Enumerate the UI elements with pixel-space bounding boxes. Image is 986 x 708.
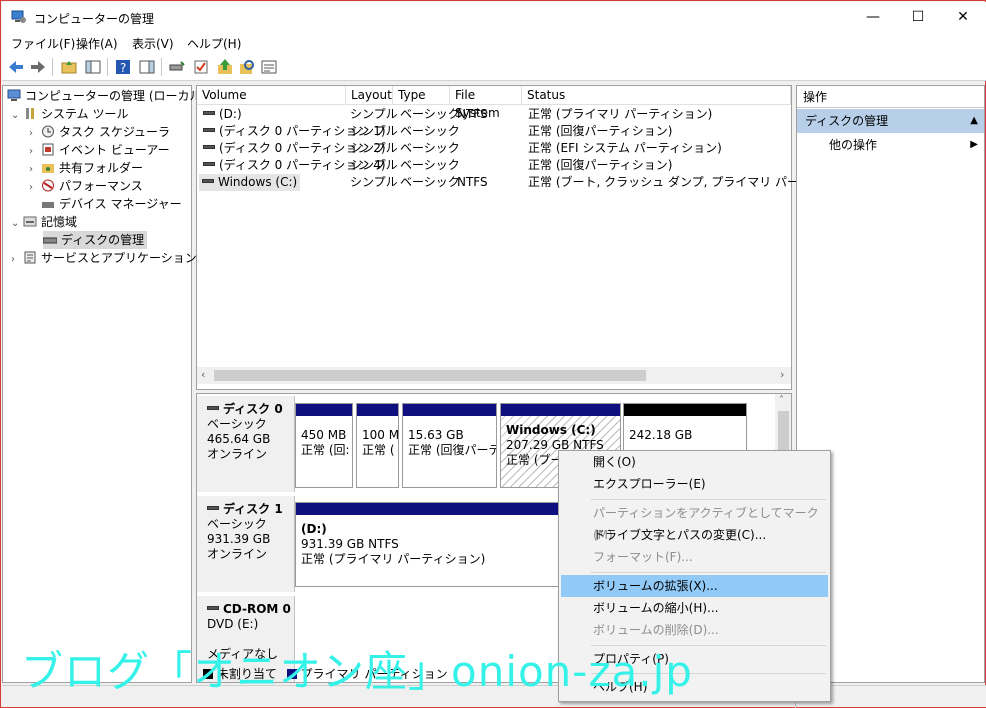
- collapse-up-icon[interactable]: ▲: [970, 109, 978, 133]
- tree-item-shared-folders[interactable]: › 共有フォルダー: [29, 159, 143, 177]
- tree-item-event-viewer[interactable]: › イベント ビューアー: [29, 141, 170, 159]
- up-arrow-folder-icon[interactable]: [216, 58, 234, 76]
- collapse-icon[interactable]: ⌄: [11, 107, 23, 125]
- disk-icon: [207, 406, 219, 410]
- volume-list: Volume Layout Type File System Status (D…: [196, 85, 863, 390]
- disk-icon: [42, 233, 58, 246]
- menu-item-change-letter[interactable]: ドライブ文字とパスの変更(C)...: [561, 524, 828, 546]
- collapse-icon[interactable]: ⌄: [11, 215, 23, 233]
- volume-icon: [203, 145, 215, 149]
- shared-folder-icon: [41, 161, 55, 174]
- show-hide-tree-icon[interactable]: [84, 58, 102, 76]
- scrollbar-thumb[interactable]: [214, 370, 646, 381]
- partition-recovery-2[interactable]: 15.63 GB 正常 (回復パーテ: [402, 403, 497, 488]
- volume-icon: [203, 111, 215, 115]
- volume-icon: [202, 179, 214, 183]
- col-layout[interactable]: Layout: [346, 86, 393, 105]
- col-volume[interactable]: Volume: [197, 86, 346, 105]
- show-action-pane-icon[interactable]: [138, 58, 156, 76]
- properties-icon[interactable]: [260, 58, 278, 76]
- scroll-left-icon[interactable]: ‹: [201, 368, 205, 381]
- actions-section-disk-management[interactable]: ディスクの管理 ▲: [797, 109, 984, 133]
- maximize-button[interactable]: ☐: [895, 2, 941, 32]
- menu-item-explorer[interactable]: エクスプローラー(E): [561, 473, 828, 495]
- computer-management-window: コンピューターの管理 — ☐ ✕ ファイル(F) 操作(A) 表示(V) ヘルプ…: [0, 0, 986, 708]
- clock-icon: [41, 125, 55, 138]
- partition-recovery-1[interactable]: 450 MB 正常 (回:: [295, 403, 353, 488]
- volume-icon: [203, 162, 215, 166]
- tree-item-disk-management[interactable]: ディスクの管理: [42, 231, 148, 249]
- services-icon: [23, 251, 37, 264]
- menu-item-format[interactable]: フォーマット(F)...: [561, 546, 828, 568]
- expand-icon[interactable]: ›: [11, 251, 23, 269]
- tree-item-device-manager[interactable]: デバイス マネージャー: [41, 195, 182, 213]
- tools-icon: [23, 107, 37, 120]
- up-folder-icon[interactable]: [60, 58, 78, 76]
- disk1-label[interactable]: ディスク 1 ベーシック 931.39 GB オンライン: [197, 496, 295, 592]
- computer-icon: [7, 89, 21, 102]
- minimize-button[interactable]: —: [850, 2, 896, 32]
- connect-icon[interactable]: [168, 58, 186, 76]
- disk0-label[interactable]: ディスク 0 ベーシック 465.64 GB オンライン: [197, 396, 295, 492]
- disk-icon: [207, 506, 219, 510]
- menu-item-shrink-volume[interactable]: ボリュームの縮小(H)...: [561, 597, 828, 619]
- menu-item-extend-volume[interactable]: ボリュームの拡張(X)...: [561, 575, 828, 597]
- horizontal-scrollbar[interactable]: ‹ ›: [197, 367, 791, 384]
- scroll-up-icon[interactable]: ˄: [779, 395, 784, 406]
- menu-item-mark-active[interactable]: パーティションをアクティブとしてマーク(M): [561, 502, 828, 542]
- computer-management-icon: [11, 9, 27, 25]
- menu-bar: ファイル(F) 操作(A) 表示(V) ヘルプ(H): [2, 32, 986, 54]
- partition-efi[interactable]: 100 M 正常 (: [356, 403, 399, 488]
- back-icon[interactable]: [7, 58, 25, 76]
- performance-icon: [41, 179, 55, 192]
- menu-view[interactable]: 表示(V): [132, 35, 174, 52]
- col-file-system[interactable]: File System: [450, 86, 522, 120]
- title-bar: コンピューターの管理 — ☐ ✕: [2, 2, 986, 32]
- event-log-icon: [41, 143, 55, 156]
- col-status[interactable]: Status: [522, 86, 791, 105]
- search-icon[interactable]: [238, 58, 256, 76]
- actions-header: 操作: [797, 86, 984, 108]
- scrollbar-thumb[interactable]: [778, 411, 789, 451]
- expand-icon[interactable]: ›: [29, 179, 41, 197]
- menu-file[interactable]: ファイル(F): [11, 35, 75, 52]
- help-icon[interactable]: ?: [114, 58, 132, 76]
- svg-text:?: ?: [120, 61, 126, 75]
- menu-help[interactable]: ヘルプ(H): [187, 35, 241, 52]
- tree-item-performance[interactable]: › パフォーマンス: [29, 177, 143, 195]
- forward-icon[interactable]: [29, 58, 47, 76]
- volume-icon: [203, 128, 215, 132]
- close-button[interactable]: ✕: [940, 2, 986, 32]
- navigation-tree: コンピューターの管理 (ローカル) ⌄ システム ツール › タスク スケジューラ …: [2, 85, 206, 683]
- watermark-text: ブログ「オニオン座」onion-za.jp: [21, 647, 693, 696]
- menu-action[interactable]: 操作(A): [76, 35, 118, 52]
- actions-more[interactable]: 他の操作 ▶: [797, 134, 984, 156]
- device-manager-icon: [41, 197, 55, 210]
- tree-item-storage[interactable]: ⌄ 記憶域: [11, 213, 77, 231]
- scroll-right-icon[interactable]: ›: [780, 368, 784, 381]
- tree-item-services-apps[interactable]: › サービスとアプリケーション: [11, 249, 197, 267]
- toolbar: ?: [2, 54, 986, 81]
- menu-item-open[interactable]: 開く(O): [561, 451, 828, 473]
- storage-icon: [23, 215, 37, 228]
- check-icon[interactable]: [192, 58, 210, 76]
- cdrom-icon: [207, 606, 219, 610]
- submenu-arrow-icon: ▶: [970, 139, 978, 150]
- tree-item-system-tools[interactable]: ⌄ システム ツール: [11, 105, 128, 123]
- col-type[interactable]: Type: [393, 86, 450, 105]
- tree-item-root[interactable]: コンピューターの管理 (ローカル): [7, 87, 206, 105]
- window-title: コンピューターの管理: [34, 12, 155, 26]
- tree-item-task-scheduler[interactable]: › タスク スケジューラ: [29, 123, 170, 141]
